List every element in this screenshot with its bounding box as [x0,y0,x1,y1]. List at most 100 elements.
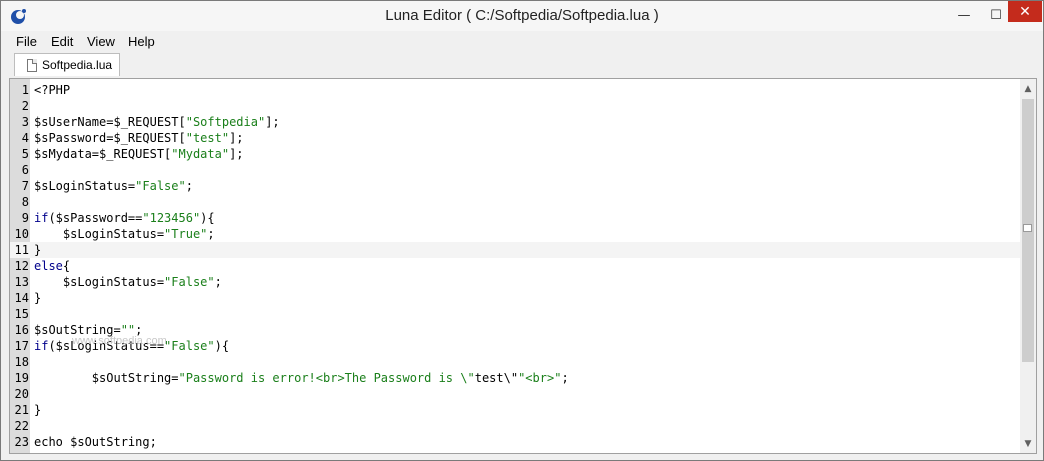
code-text: echo $sOutString; [34,434,157,450]
code-text: $sLoginStatus="False"; [34,274,222,290]
code-line[interactable]: 21} [10,402,1020,418]
code-line[interactable]: 3 $sUserName=$_REQUEST["Softpedia"]; [10,114,1020,130]
code-token: ; [214,275,222,289]
line-number: 19 [14,371,29,385]
code-text: $sPassword=$_REQUEST["test"]; [34,130,244,146]
code-line[interactable]: 1 <?PHP [10,82,1020,98]
watermark-text: www.softpedia.com [72,335,167,347]
vertical-scrollbar[interactable]: ▲ ▼ [1020,79,1036,453]
line-number: 16 [14,323,29,337]
code-text: $sOutString="Password is error!<br>The P… [34,370,569,386]
minimize-button[interactable]: — [949,1,979,29]
code-line[interactable]: 4 $sPassword=$_REQUEST["test"]; [10,130,1020,146]
code-line[interactable]: 13 $sLoginStatus="False"; [10,274,1020,290]
scroll-down-arrow-icon[interactable]: ▼ [1020,436,1036,452]
menu-help[interactable]: Help [128,34,155,49]
code-token: } [34,291,42,305]
line-number: 2 [21,99,29,113]
code-line[interactable]: 6 [10,162,1020,178]
code-editor[interactable]: 1 <?PHP 2 3 $sUserName=$_REQUEST["Softpedia"… [9,78,1037,454]
document-icon [27,58,37,72]
code-line[interactable]: 2 [10,98,1020,114]
code-token: ]; [265,115,280,129]
code-token: test\" [474,371,519,385]
code-area[interactable]: 1 <?PHP 2 3 $sUserName=$_REQUEST["Softpedia"… [10,82,1020,450]
code-text: } [34,402,41,418]
code-line[interactable]: 15 [10,306,1020,322]
code-token: ; [561,371,569,385]
string-token: "False" [164,339,215,353]
code-token: $sLoginStatus= [34,227,165,241]
line-number: 5 [21,147,29,161]
keyword-token: else [34,259,63,273]
code-line[interactable]: 19 $sOutString="Password is error!<br>Th… [10,370,1020,386]
code-text: $sLoginStatus="False"; [34,178,193,194]
title-bar[interactable]: Luna Editor ( C:/Softpedia/Softpedia.lua… [1,1,1043,31]
window-title: Luna Editor ( C:/Softpedia/Softpedia.lua… [385,7,659,24]
code-token: } [34,243,42,257]
line-number: 20 [14,387,29,401]
code-text: } [34,242,41,258]
code-token: ; [185,179,193,193]
code-token: ]; [229,131,244,145]
code-text: $sMydata=$_REQUEST["Mydata"]; [34,146,244,162]
code-line[interactable]: 22 [10,418,1020,434]
code-token: ){ [200,211,215,225]
string-token: "Password is error!<br>The Password is \… [178,371,475,385]
menu-file[interactable]: File [16,34,37,49]
line-number: 17 [14,339,29,353]
code-line[interactable]: 11} [10,242,1020,258]
code-line[interactable]: 20 [10,386,1020,402]
line-number: 15 [14,307,29,321]
code-token: $sUserName=$_REQUEST[ [34,115,186,129]
code-text: else{ [34,258,70,274]
tab-softpedia-lua[interactable]: Softpedia.lua [14,53,120,76]
string-token: "Softpedia" [185,115,266,129]
code-token: $sOutString= [34,371,179,385]
code-token: } [34,403,42,417]
tab-bar: Softpedia.lua [6,53,1040,77]
maximize-button[interactable]: ☐ [981,1,1011,29]
line-number: 11 [14,243,29,257]
string-token: "True" [164,227,208,241]
line-number: 14 [14,291,29,305]
code-token: <?PHP [34,83,71,97]
code-line[interactable]: 10 $sLoginStatus="True"; [10,226,1020,242]
keyword-token: if [34,211,49,225]
string-token: "False" [135,179,186,193]
code-line[interactable]: 8 [10,194,1020,210]
code-token: ($sPassword== [48,211,143,225]
code-text: } [34,290,41,306]
code-line[interactable]: 23 echo $sOutString; [10,434,1020,450]
code-text: <?PHP [34,82,70,98]
code-line[interactable]: 18 [10,354,1020,370]
line-number: 8 [21,195,29,209]
string-token: "False" [164,275,215,289]
code-line[interactable]: 12 else{ [10,258,1020,274]
menu-view[interactable]: View [87,34,115,49]
menu-bar: File Edit View Help [1,31,1043,52]
line-number: 21 [14,403,29,417]
tab-label: Softpedia.lua [42,58,113,72]
code-token: ; [207,227,215,241]
code-text: $sUserName=$_REQUEST["Softpedia"]; [34,114,280,130]
line-number: 13 [14,275,29,289]
scroll-up-arrow-icon[interactable]: ▲ [1020,81,1036,97]
code-token: $sMydata=$_REQUEST[ [34,147,172,161]
line-number: 18 [14,355,29,369]
code-text: if($sPassword=="123456"){ [34,210,215,226]
line-number: 6 [21,163,29,177]
keyword-token: if [34,339,49,353]
code-line[interactable]: 9 if($sPassword=="123456"){ [10,210,1020,226]
line-number: 3 [21,115,29,129]
line-number: 23 [14,435,29,449]
scroll-position-marker [1023,224,1032,232]
code-token: echo $sOutString; [34,435,157,449]
code-line[interactable]: 5 $sMydata=$_REQUEST["Mydata"]; [10,146,1020,162]
line-number: 1 [21,83,29,97]
code-line[interactable]: 7 $sLoginStatus="False"; [10,178,1020,194]
code-line[interactable]: 14} [10,290,1020,306]
menu-edit[interactable]: Edit [51,34,73,49]
string-token: "test" [185,131,230,145]
close-button[interactable]: ✕ [1008,1,1042,22]
